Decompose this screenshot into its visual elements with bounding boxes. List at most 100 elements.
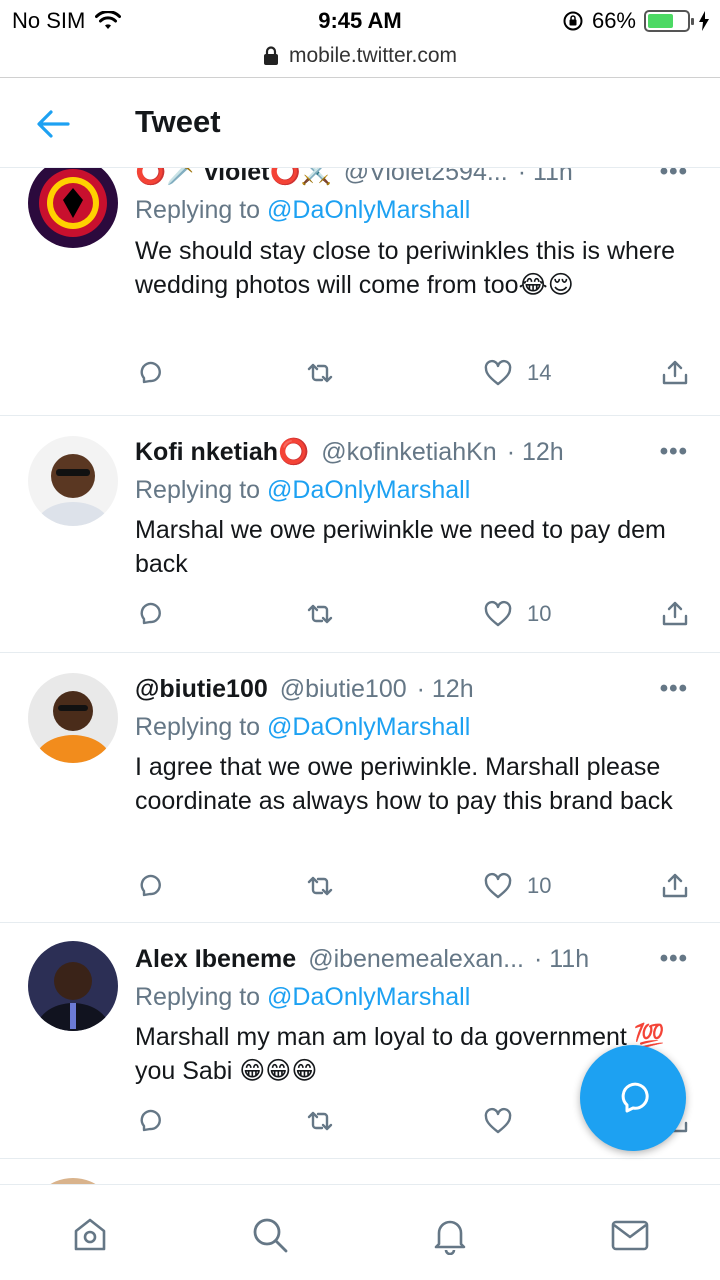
charging-icon [699, 11, 709, 31]
tweet[interactable]: Kofi nketiah⭕ @kofinketiahKn · 12h ••• R… [0, 416, 720, 653]
status-bar: No SIM 9:45 AM 66% [0, 0, 720, 40]
like-button[interactable]: 14 [483, 358, 551, 388]
reply-icon [140, 1109, 161, 1132]
heart-icon [484, 359, 512, 386]
home-icon [74, 1218, 106, 1251]
nav-messages[interactable] [608, 1213, 652, 1257]
bottom-nav [0, 1184, 720, 1280]
avatar[interactable] [28, 941, 118, 1031]
page-header: Tweet [0, 78, 720, 168]
tweet-header: @biutie100 @biutie100 · 12h [135, 675, 702, 704]
back-button[interactable] [36, 104, 76, 144]
retweet-icon [307, 363, 333, 383]
tweet[interactable]: @biutie100 @biutie100 · 12h ••• Replying… [0, 653, 720, 923]
replying-to: Replying to @DaOnlyMarshall [135, 196, 470, 225]
author-name[interactable]: Alex Ibeneme [135, 945, 296, 974]
tweet-header: ⭕🗡️ violet⭕⚔️ @Violet2594... · 11h [135, 168, 702, 187]
search-icon [253, 1218, 288, 1253]
like-count: 14 [527, 360, 552, 385]
reply-icon [140, 361, 161, 384]
url-text: mobile.twitter.com [288, 44, 458, 67]
reply-button[interactable] [135, 1106, 165, 1136]
mention-link[interactable]: @DaOnlyMarshall [267, 983, 470, 1011]
heart-icon [484, 600, 512, 627]
replying-prefix: Replying to [135, 713, 261, 741]
retweet-icon [307, 876, 333, 896]
share-button[interactable] [660, 599, 690, 629]
more-options-button[interactable]: ••• [660, 438, 688, 466]
tweet-time[interactable]: · 12h [507, 438, 564, 467]
mention-link[interactable]: @DaOnlyMarshall [267, 476, 470, 504]
retweet-button[interactable] [305, 358, 335, 388]
tweet-time[interactable]: · 12h [417, 675, 474, 704]
author-handle[interactable]: @Violet2594... [344, 168, 508, 187]
author-name[interactable]: ⭕🗡️ violet⭕⚔️ [135, 168, 332, 187]
like-button[interactable]: 10 [483, 599, 551, 629]
replying-prefix: Replying to [135, 196, 261, 224]
share-icon [662, 873, 688, 898]
tweet-time[interactable]: · 11h [534, 945, 589, 974]
lock-icon [263, 46, 278, 65]
tweet-actions: 10 [135, 871, 695, 905]
reply-button[interactable] [135, 358, 165, 388]
retweet-button[interactable] [305, 599, 335, 629]
compose-button[interactable] [580, 1045, 686, 1151]
author-handle[interactable]: @kofinketiahKn [321, 438, 496, 467]
author-name[interactable]: Kofi nketiah⭕ [135, 438, 309, 467]
author-handle[interactable]: @ibenemealexan... [308, 945, 524, 974]
retweet-icon [307, 1111, 333, 1131]
tweet-actions: 14 [135, 358, 695, 392]
url-bar[interactable]: mobile.twitter.com [0, 38, 720, 74]
retweet-icon [307, 604, 333, 624]
mention-link[interactable]: @DaOnlyMarshall [267, 713, 470, 741]
like-button[interactable]: 10 [483, 871, 551, 901]
heart-icon [484, 872, 512, 899]
replying-to: Replying to @DaOnlyMarshall [135, 713, 470, 742]
replying-prefix: Replying to [135, 983, 261, 1011]
tweet-header: Kofi nketiah⭕ @kofinketiahKn · 12h [135, 438, 702, 467]
share-icon [662, 601, 688, 626]
page-title: Tweet [135, 104, 221, 139]
arrow-left-icon [37, 110, 70, 138]
like-count: 10 [527, 601, 552, 626]
tweet-text: We should stay close to periwinkles this… [135, 237, 676, 299]
retweet-button[interactable] [305, 871, 335, 901]
author-name[interactable]: @biutie100 [135, 675, 268, 704]
battery-icon [644, 10, 694, 32]
avatar[interactable] [28, 673, 118, 763]
like-button[interactable] [483, 1106, 527, 1136]
nav-notifications[interactable] [428, 1213, 472, 1257]
mail-icon [611, 1220, 649, 1251]
tweet-header: Alex Ibeneme @ibenemealexan... · 11h [135, 945, 702, 974]
reply-icon [140, 602, 161, 625]
tweet[interactable]: ⭕🗡️ violet⭕⚔️ @Violet2594... · 11h ••• R… [0, 168, 720, 416]
mention-link[interactable]: @DaOnlyMarshall [267, 196, 470, 224]
more-options-button[interactable]: ••• [660, 675, 688, 703]
replying-to: Replying to @DaOnlyMarshall [135, 983, 470, 1012]
reply-icon [140, 874, 161, 897]
retweet-button[interactable] [305, 1106, 335, 1136]
tweet-text: Marshal we owe periwinkle we need to pay… [135, 516, 666, 578]
tweet-text: I agree that we owe periwinkle. Marshall… [135, 753, 673, 815]
compose-icon [621, 1082, 649, 1113]
share-button[interactable] [660, 358, 690, 388]
reply-button[interactable] [135, 599, 165, 629]
more-options-button[interactable]: ••• [660, 168, 688, 186]
avatar[interactable] [28, 436, 118, 526]
tweet-time[interactable]: · 11h [518, 168, 573, 187]
like-count: 10 [527, 873, 552, 898]
replies-feed[interactable]: ⭕🗡️ violet⭕⚔️ @Violet2594... · 11h ••• R… [0, 168, 720, 1184]
author-handle[interactable]: @biutie100 [280, 675, 407, 704]
replying-prefix: Replying to [135, 476, 261, 504]
share-icon [662, 360, 688, 385]
battery-fill [648, 14, 674, 28]
replying-to: Replying to @DaOnlyMarshall [135, 476, 470, 505]
share-button[interactable] [660, 871, 690, 901]
avatar[interactable] [28, 168, 118, 248]
more-options-button[interactable]: ••• [660, 945, 688, 973]
nav-home[interactable] [68, 1213, 112, 1257]
nav-search[interactable] [248, 1213, 292, 1257]
bell-icon [434, 1220, 466, 1255]
reply-button[interactable] [135, 871, 165, 901]
tweet-actions: 10 [135, 599, 695, 633]
